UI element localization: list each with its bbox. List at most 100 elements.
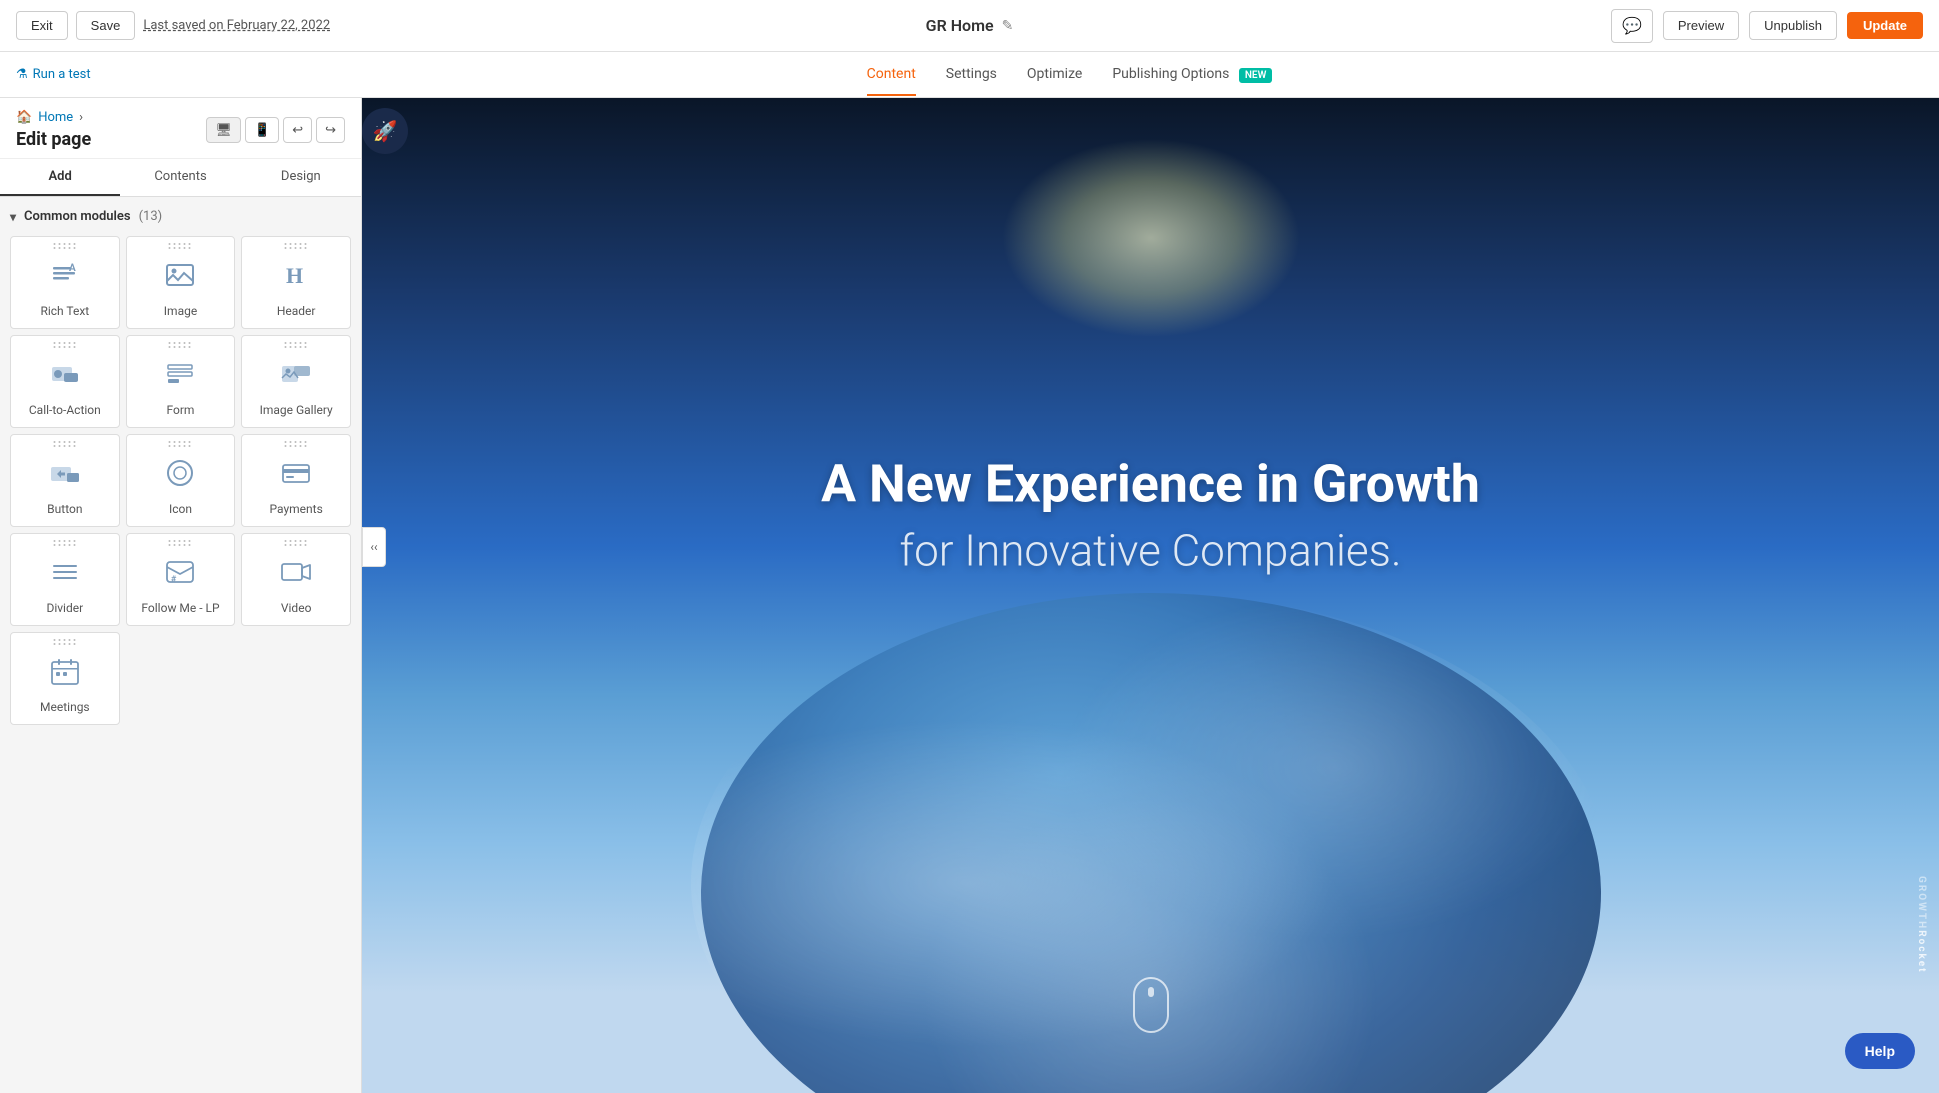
tab-content[interactable]: Content: [867, 54, 916, 96]
module-icon[interactable]: Icon: [126, 434, 236, 527]
module-meetings[interactable]: Meetings: [10, 632, 120, 725]
desktop-view-button[interactable]: 🖥: [206, 117, 241, 143]
meetings-icon: [49, 655, 81, 694]
icon-module-icon: [164, 457, 196, 496]
left-panel: 🏠 Home › Edit page 🖥 📱 ↩ ↪ Add Contents …: [0, 98, 362, 1093]
top-bar-center: GR Home ✎: [926, 16, 1014, 35]
breadcrumb-home[interactable]: Home: [38, 110, 73, 125]
module-label-payments: Payments: [270, 502, 323, 516]
divider-icon: [49, 556, 81, 595]
panel-tab-design[interactable]: Design: [241, 159, 361, 196]
panel-tab-add[interactable]: Add: [0, 159, 120, 196]
exit-button[interactable]: Exit: [16, 11, 68, 40]
flask-icon: ⚗: [16, 67, 28, 82]
image-icon: [164, 259, 196, 298]
tab-publishing-options[interactable]: Publishing Options NEW: [1112, 54, 1272, 96]
toolbar-icons: 🖥 📱 ↩ ↪: [206, 117, 345, 143]
payments-icon: [280, 457, 312, 496]
module-label-meetings: Meetings: [40, 700, 90, 714]
module-video[interactable]: Video: [241, 533, 351, 626]
common-modules-label: Common modules: [24, 209, 131, 224]
drag-handle: [285, 342, 308, 348]
module-cta[interactable]: Call-to-Action: [10, 335, 120, 428]
collapse-panel-button[interactable]: ‹‹: [362, 527, 386, 567]
header-icon: H: [280, 259, 312, 298]
module-button[interactable]: Button: [10, 434, 120, 527]
drag-handle: [285, 540, 308, 546]
top-bar-left: Exit Save Last saved on February 22, 202…: [16, 11, 330, 40]
sub-nav: ⚗ Run a test Content Settings Optimize P…: [0, 52, 1939, 98]
module-payments[interactable]: Payments: [241, 434, 351, 527]
sub-nav-left: ⚗ Run a test: [16, 67, 216, 82]
hero-section: A New Experience in Growth for Innovativ…: [362, 98, 1939, 1093]
comment-button[interactable]: 💬: [1611, 9, 1653, 43]
mobile-view-button[interactable]: 📱: [245, 117, 279, 143]
drag-handle: [53, 441, 76, 447]
module-label-cta: Call-to-Action: [29, 403, 101, 417]
tab-settings[interactable]: Settings: [946, 54, 997, 96]
modules-section: ▾ Common modules (13) A: [0, 197, 361, 737]
module-label-header: Header: [277, 304, 316, 318]
last-saved-text: Last saved on February 22, 2022: [143, 18, 330, 33]
scroll-indicator: [1133, 977, 1169, 1033]
svg-text:H: H: [286, 263, 303, 288]
common-modules-count: (13): [139, 209, 163, 224]
brand-vertical-text: GROWTHRocket: [1916, 876, 1927, 974]
common-modules-header[interactable]: ▾ Common modules (13): [10, 209, 351, 224]
rocket-button[interactable]: 🚀: [362, 108, 408, 154]
update-button[interactable]: Update: [1847, 12, 1923, 39]
new-badge: NEW: [1239, 68, 1273, 83]
top-bar: Exit Save Last saved on February 22, 202…: [0, 0, 1939, 52]
form-icon: [164, 358, 196, 397]
sub-nav-tabs: Content Settings Optimize Publishing Opt…: [216, 54, 1923, 96]
module-header[interactable]: H Header: [241, 236, 351, 329]
module-label-button: Button: [47, 502, 82, 516]
svg-text:#: #: [171, 575, 177, 585]
home-icon: 🏠: [16, 110, 32, 125]
module-rich-text[interactable]: A Rich Text: [10, 236, 120, 329]
module-label-form: Form: [167, 403, 195, 417]
hero-headline: A New Experience in Growth: [751, 455, 1551, 512]
drag-handle: [169, 342, 192, 348]
redo-button[interactable]: ↪: [316, 117, 345, 143]
undo-button[interactable]: ↩: [283, 117, 312, 143]
run-test-label: Run a test: [33, 67, 91, 82]
unpublish-button[interactable]: Unpublish: [1749, 11, 1837, 40]
modules-grid: A Rich Text Image: [10, 236, 351, 725]
drag-handle: [53, 540, 76, 546]
preview-button[interactable]: Preview: [1663, 11, 1739, 40]
panel-tabs: Add Contents Design: [0, 159, 361, 197]
hero-subheadline: for Innovative Companies.: [751, 524, 1551, 576]
page-title: GR Home: [926, 16, 994, 35]
sun-glow: [1001, 138, 1301, 338]
drag-handle: [169, 540, 192, 546]
video-icon: [280, 556, 312, 595]
panel-tab-contents[interactable]: Contents: [120, 159, 240, 196]
module-follow-me[interactable]: # Follow Me - LP: [126, 533, 236, 626]
rocket-icon: 🚀: [373, 119, 398, 143]
breadcrumb-separator: ›: [79, 110, 83, 125]
drag-handle: [53, 243, 76, 249]
module-label-icon: Icon: [169, 502, 192, 516]
tab-optimize[interactable]: Optimize: [1027, 54, 1082, 96]
breadcrumb: 🏠 Home ›: [16, 110, 91, 125]
drag-handle: [169, 243, 192, 249]
module-divider[interactable]: Divider: [10, 533, 120, 626]
module-image[interactable]: Image: [126, 236, 236, 329]
top-bar-right: 💬 Preview Unpublish Update: [1611, 9, 1923, 43]
button-icon: [49, 457, 81, 496]
save-button[interactable]: Save: [76, 11, 136, 40]
run-test-link[interactable]: ⚗ Run a test: [16, 67, 91, 82]
cta-icon: [49, 358, 81, 397]
panel-header: 🏠 Home › Edit page 🖥 📱 ↩ ↪: [0, 98, 361, 159]
module-image-gallery[interactable]: Image Gallery: [241, 335, 351, 428]
brand-text: GROWTH: [1916, 876, 1927, 930]
module-label-rich-text: Rich Text: [40, 304, 89, 318]
edit-title-icon[interactable]: ✎: [1002, 18, 1014, 34]
drag-handle: [53, 639, 76, 645]
edit-page-heading: Edit page: [16, 129, 91, 150]
module-form[interactable]: Form: [126, 335, 236, 428]
module-label-divider: Divider: [46, 601, 83, 615]
module-label-image-gallery: Image Gallery: [260, 403, 333, 417]
help-button[interactable]: Help: [1845, 1033, 1915, 1069]
